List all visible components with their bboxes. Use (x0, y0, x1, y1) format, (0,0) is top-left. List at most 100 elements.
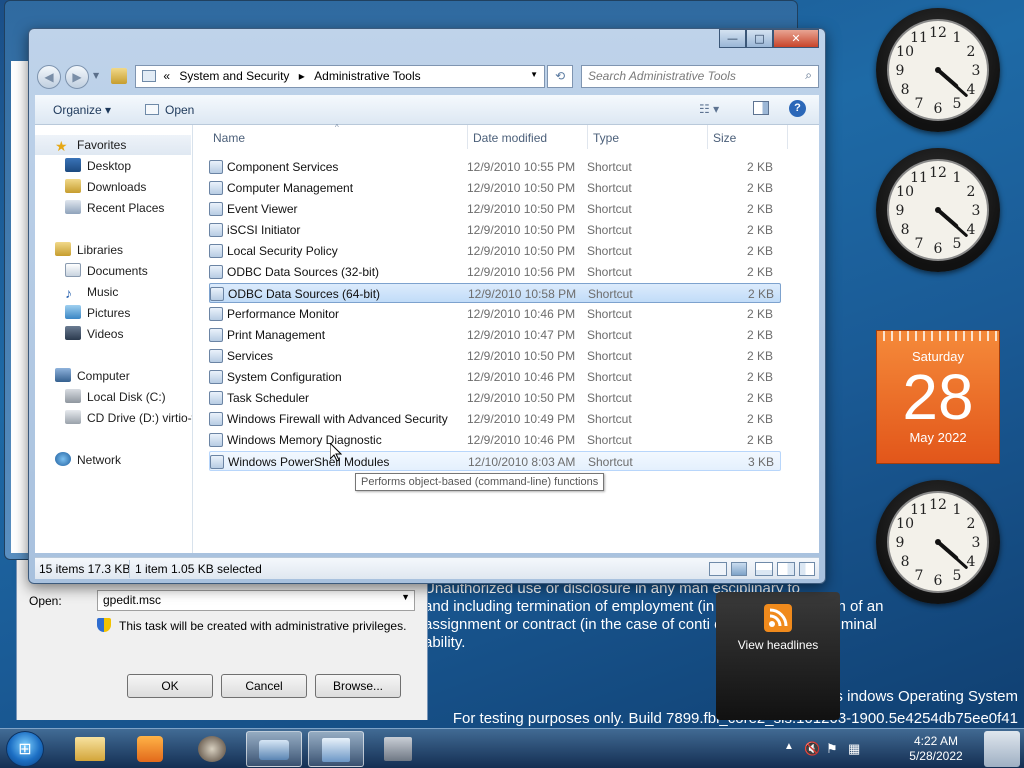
ok-button[interactable]: OK (127, 674, 213, 698)
search-icon[interactable]: ⌕ (805, 68, 812, 83)
column-header-type[interactable]: Type (593, 131, 619, 145)
nav-favorites[interactable]: ★ Favorites (35, 135, 191, 155)
clock-numeral: 4 (966, 554, 975, 570)
address-dropdown-icon[interactable]: ▼ (530, 70, 538, 79)
browse-button[interactable]: Browse... (315, 674, 401, 698)
file-row[interactable]: Windows Memory Diagnostic 12/9/2010 10:46… (209, 430, 781, 450)
column-separator[interactable] (707, 125, 708, 149)
clock-numeral: 8 (901, 554, 910, 570)
file-row[interactable]: Component Services 12/9/2010 10:55 PM Shor… (209, 157, 781, 177)
show-hidden-icons-icon[interactable]: ▲ (784, 741, 794, 752)
file-row[interactable]: Task Scheduler 12/9/2010 10:50 PM Shortcut… (209, 388, 781, 408)
file-date: 12/9/2010 10:55 PM (467, 160, 576, 174)
organize-button[interactable]: Organize ▾ (53, 103, 111, 117)
help-icon[interactable]: ? (789, 100, 806, 117)
column-separator[interactable] (467, 125, 468, 149)
open-button[interactable]: Open (145, 103, 194, 117)
clock-numeral: 7 (915, 236, 924, 252)
column-separator[interactable] (587, 125, 588, 149)
nav-music[interactable]: ♪ Music (35, 282, 118, 302)
nav-libraries[interactable]: Libraries (35, 240, 123, 260)
headlines-gadget[interactable]: View headlines (716, 592, 840, 720)
view-headlines-label[interactable]: View headlines (716, 638, 840, 652)
clock-display[interactable]: 4:22 AM 5/28/2022 (896, 734, 976, 764)
file-row[interactable]: Performance Monitor 12/9/2010 10:46 PM Sho… (209, 304, 781, 324)
back-arrow-icon[interactable]: ◀ (37, 65, 61, 89)
file-row[interactable]: Event Viewer 12/9/2010 10:50 PM Shortcut 2 … (209, 199, 781, 219)
nav-pictures[interactable]: Pictures (35, 303, 130, 323)
clock-numeral: 4 (966, 222, 975, 238)
shortcut-icon (209, 370, 223, 384)
taskbar-explorer[interactable] (62, 731, 118, 767)
calendar-gadget[interactable]: Saturday 28 May 2022 (876, 330, 1000, 464)
user-icon[interactable] (984, 731, 1020, 767)
taskbar-control-panel[interactable] (308, 731, 364, 767)
details-view-icon[interactable] (709, 562, 727, 576)
file-row[interactable]: Windows Firewall with Advanced Security 1… (209, 409, 781, 429)
recent-pages-chevron-icon[interactable]: ▼ (93, 71, 99, 80)
navigation-pane-icon[interactable] (799, 562, 815, 576)
nav-computer[interactable]: Computer (35, 366, 130, 386)
column-header-name[interactable]: Name (213, 131, 245, 145)
taskbar-admin-tools[interactable] (370, 731, 426, 767)
action-center-icon[interactable]: ⚑ (826, 741, 838, 757)
nav-documents[interactable]: Documents (35, 261, 148, 281)
column-header-size[interactable]: Size (713, 131, 736, 145)
file-name: Windows Memory Diagnostic (227, 433, 382, 447)
file-row[interactable]: ODBC Data Sources (64-bit) 12/9/2010 10:5… (209, 283, 781, 303)
nav-downloads[interactable]: Downloads (35, 177, 146, 197)
taskbar-app[interactable] (184, 731, 240, 767)
chevron-down-icon[interactable]: ▼ (401, 592, 410, 602)
clock-gadget[interactable]: 1 2 3 4 5 6 7 8 9 10 11 12 (876, 8, 1000, 132)
maximize-button[interactable]: □ (746, 29, 773, 48)
close-button[interactable]: ✕ (773, 29, 819, 48)
file-row[interactable]: System Configuration 12/9/2010 10:46 PM Sh… (209, 367, 781, 387)
search-box[interactable]: Search Administrative Tools ⌕ (581, 65, 819, 88)
clock-numeral: 2 (966, 516, 975, 532)
nav-desktop[interactable]: Desktop (35, 156, 131, 176)
file-row[interactable]: iSCSI Initiator 12/9/2010 10:50 PM Shortcu… (209, 220, 781, 240)
file-row[interactable]: Services 12/9/2010 10:50 PM Shortcut 2 KB (209, 346, 781, 366)
clock-gadget[interactable]: 1 2 3 4 5 6 7 8 9 10 11 12 (876, 480, 1000, 604)
column-header-date[interactable]: Date modified (473, 131, 547, 145)
layout-icon[interactable] (755, 562, 773, 576)
nav-local-disk[interactable]: Local Disk (C:) (35, 387, 166, 407)
breadcrumb-system-security[interactable]: System and Security (179, 69, 289, 83)
taskbar-run[interactable] (246, 731, 302, 767)
address-bar[interactable]: « System and Security ▸ Administrative T… (135, 65, 545, 88)
taskbar-media-player[interactable] (122, 731, 178, 767)
minimize-button[interactable]: — (719, 29, 746, 48)
file-date: 12/9/2010 10:50 PM (467, 202, 576, 216)
file-row[interactable]: Windows PowerShell Modules 12/10/2010 8:0… (209, 451, 781, 471)
details-pane-icon[interactable] (777, 562, 795, 576)
file-size: 2 KB (746, 202, 773, 216)
nav-network[interactable]: Network (35, 450, 121, 470)
file-row[interactable]: Computer Management 12/9/2010 10:50 PM Sho… (209, 178, 781, 198)
breadcrumb-admin-tools[interactable]: Administrative Tools (314, 69, 421, 83)
preview-pane-icon[interactable] (753, 101, 769, 115)
breadcrumb-overflow[interactable]: « (163, 69, 170, 83)
nav-recent-places[interactable]: Recent Places (35, 198, 164, 218)
open-combo[interactable]: gpedit.msc ▼ (97, 590, 415, 611)
pictures-icon (65, 305, 81, 319)
network-status-icon[interactable]: ▦ (848, 741, 860, 757)
start-button[interactable]: ⊞ (6, 731, 44, 767)
column-separator[interactable] (787, 125, 788, 149)
nav-cd-drive[interactable]: CD Drive (D:) virtio-w (35, 408, 192, 428)
large-icons-view-icon[interactable] (731, 562, 747, 576)
refresh-icon[interactable]: ⟲ (547, 65, 573, 88)
cancel-button[interactable]: Cancel (221, 674, 307, 698)
folder-up-icon[interactable] (111, 68, 127, 84)
file-row[interactable]: Print Management 12/9/2010 10:47 PM Shortc… (209, 325, 781, 345)
clock-gadget[interactable]: 1 2 3 4 5 6 7 8 9 10 11 12 (876, 148, 1000, 272)
clock-numeral: 9 (896, 63, 905, 79)
nav-videos[interactable]: Videos (35, 324, 123, 344)
view-options-icon[interactable]: ☷ ▾ (699, 102, 719, 116)
clock-numeral: 6 (934, 241, 943, 257)
file-date: 12/9/2010 10:50 PM (467, 181, 576, 195)
volume-muted-icon[interactable]: 🔇 (804, 741, 820, 757)
file-row[interactable]: ODBC Data Sources (32-bit) 12/9/2010 10:5… (209, 262, 781, 282)
forward-arrow-icon[interactable]: ▶ (65, 65, 89, 89)
run-icon (259, 740, 289, 760)
file-row[interactable]: Local Security Policy 12/9/2010 10:50 PM S… (209, 241, 781, 261)
